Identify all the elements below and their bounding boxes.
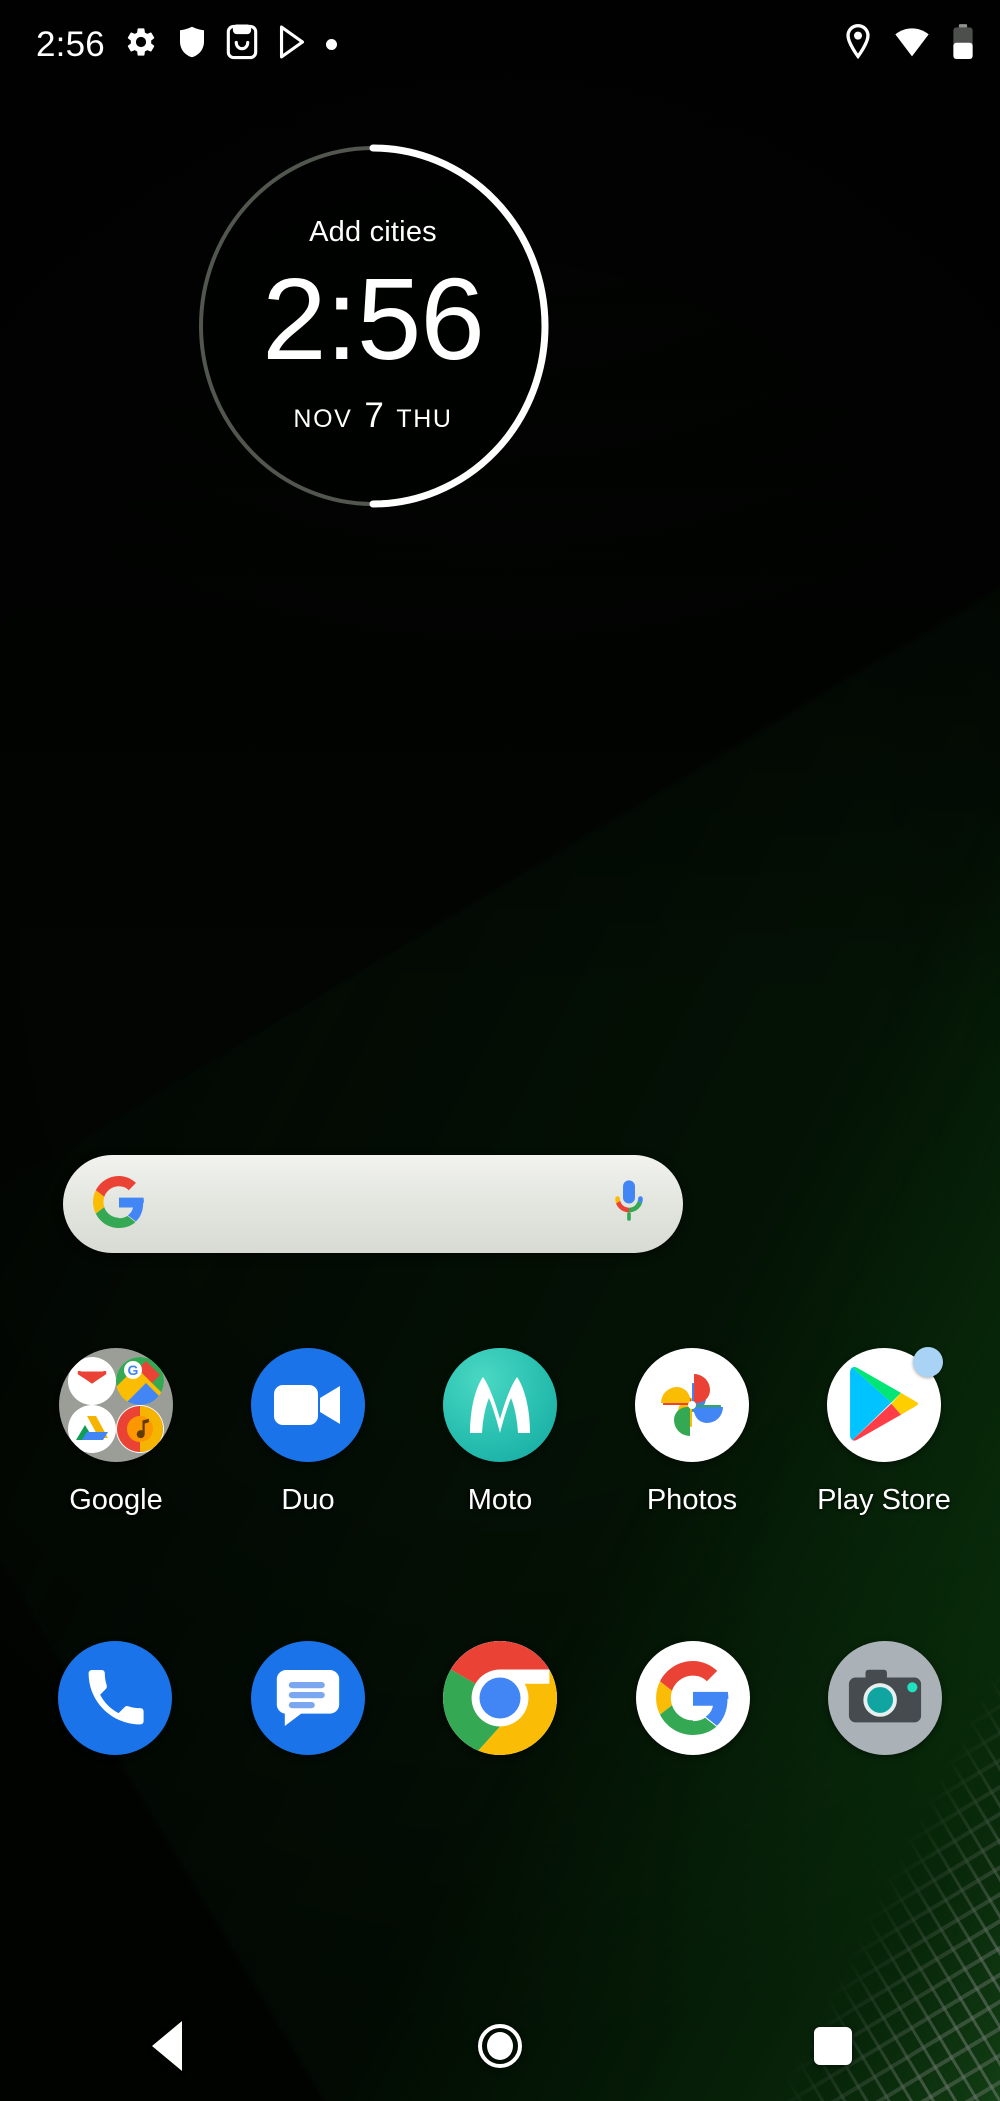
duo-icon[interactable] (251, 1348, 365, 1462)
location-pin-icon (844, 23, 872, 65)
google-drive-icon (68, 1405, 116, 1453)
dock-item-chrome[interactable] (435, 1641, 565, 1755)
google-maps-icon: G (116, 1357, 164, 1405)
clock-minute: 56 (356, 253, 485, 384)
shopping-bag-icon (226, 23, 258, 65)
clock-widget[interactable]: Add cities 2 : 56 NOV 7 THU (193, 140, 553, 512)
app-cell-duo[interactable]: Duo (228, 1348, 388, 1517)
shield-icon (177, 25, 207, 64)
dock-item-google[interactable] (628, 1641, 758, 1755)
play-store-icon (277, 25, 307, 64)
play-store-icon[interactable] (827, 1347, 943, 1462)
google-search-bar[interactable] (63, 1155, 683, 1253)
play-music-icon (116, 1405, 164, 1453)
clock-date-month: NOV (293, 405, 353, 434)
messages-icon[interactable] (250, 1641, 365, 1755)
home-screen-app-grid: G Google Duo Moto Photos Play Store (0, 1347, 1000, 1517)
photos-icon-circle (635, 1348, 749, 1462)
duo-icon-circle (251, 1348, 365, 1462)
gmail-icon (68, 1357, 116, 1405)
app-label: Moto (467, 1484, 533, 1516)
back-triangle-icon (151, 2021, 182, 2071)
clock-time: 2 : 56 (262, 253, 485, 384)
clock-hour: 2 (262, 253, 327, 384)
app-label: Play Store (817, 1484, 951, 1516)
settings-gear-icon (124, 25, 158, 64)
recents-square-icon (814, 2027, 853, 2065)
play-store-notification-badge (913, 1347, 943, 1377)
clock-add-cities-label[interactable]: Add cities (309, 216, 437, 249)
status-bar-clock: 2:56 (36, 24, 105, 64)
clock-date-weekday: THU (396, 405, 453, 434)
app-label: Google (69, 1484, 163, 1516)
clock-date: NOV 7 THU (293, 396, 452, 436)
app-cell-play-store[interactable]: Play Store (804, 1347, 964, 1517)
wifi-icon (894, 27, 930, 62)
folder-background: G (59, 1348, 173, 1462)
svg-text:G: G (128, 1362, 139, 1378)
clock-date-day: 7 (364, 396, 385, 436)
google-folder-icon[interactable]: G (59, 1348, 173, 1462)
camera-icon[interactable] (828, 1641, 942, 1755)
app-cell-google-folder[interactable]: G Google (36, 1348, 196, 1517)
clock-separator: : (325, 253, 358, 384)
google-photos-icon[interactable] (635, 1348, 749, 1462)
navigation-bar (0, 1991, 1000, 2101)
dock-item-phone[interactable] (50, 1641, 180, 1755)
status-bar-left-group: 2:56 (36, 23, 337, 65)
app-label: Duo (281, 1484, 335, 1516)
moto-icon-circle (443, 1348, 557, 1462)
google-g-logo-icon (93, 1175, 145, 1233)
dock-item-camera[interactable] (820, 1641, 950, 1755)
google-search-icon[interactable] (635, 1641, 750, 1755)
app-cell-photos[interactable]: Photos (612, 1348, 772, 1517)
app-label: Photos (646, 1484, 738, 1516)
recents-button[interactable] (773, 1991, 893, 2101)
more-notifications-dot-icon (325, 38, 337, 50)
phone-icon[interactable] (58, 1641, 172, 1755)
chrome-icon[interactable] (443, 1641, 557, 1755)
clock-widget-content: Add cities 2 : 56 NOV 7 THU (193, 140, 553, 512)
back-button[interactable] (107, 1991, 227, 2101)
dock-item-messages[interactable] (243, 1641, 373, 1755)
app-cell-moto[interactable]: Moto (420, 1348, 580, 1517)
status-bar-right-group (844, 23, 974, 65)
microphone-icon[interactable] (609, 1176, 649, 1233)
home-circle-icon (477, 2024, 522, 2068)
status-bar[interactable]: 2:56 (0, 0, 1000, 88)
moto-icon[interactable] (443, 1348, 557, 1462)
dock (0, 1641, 1000, 1755)
home-button[interactable] (440, 1991, 560, 2101)
battery-icon (952, 23, 974, 65)
